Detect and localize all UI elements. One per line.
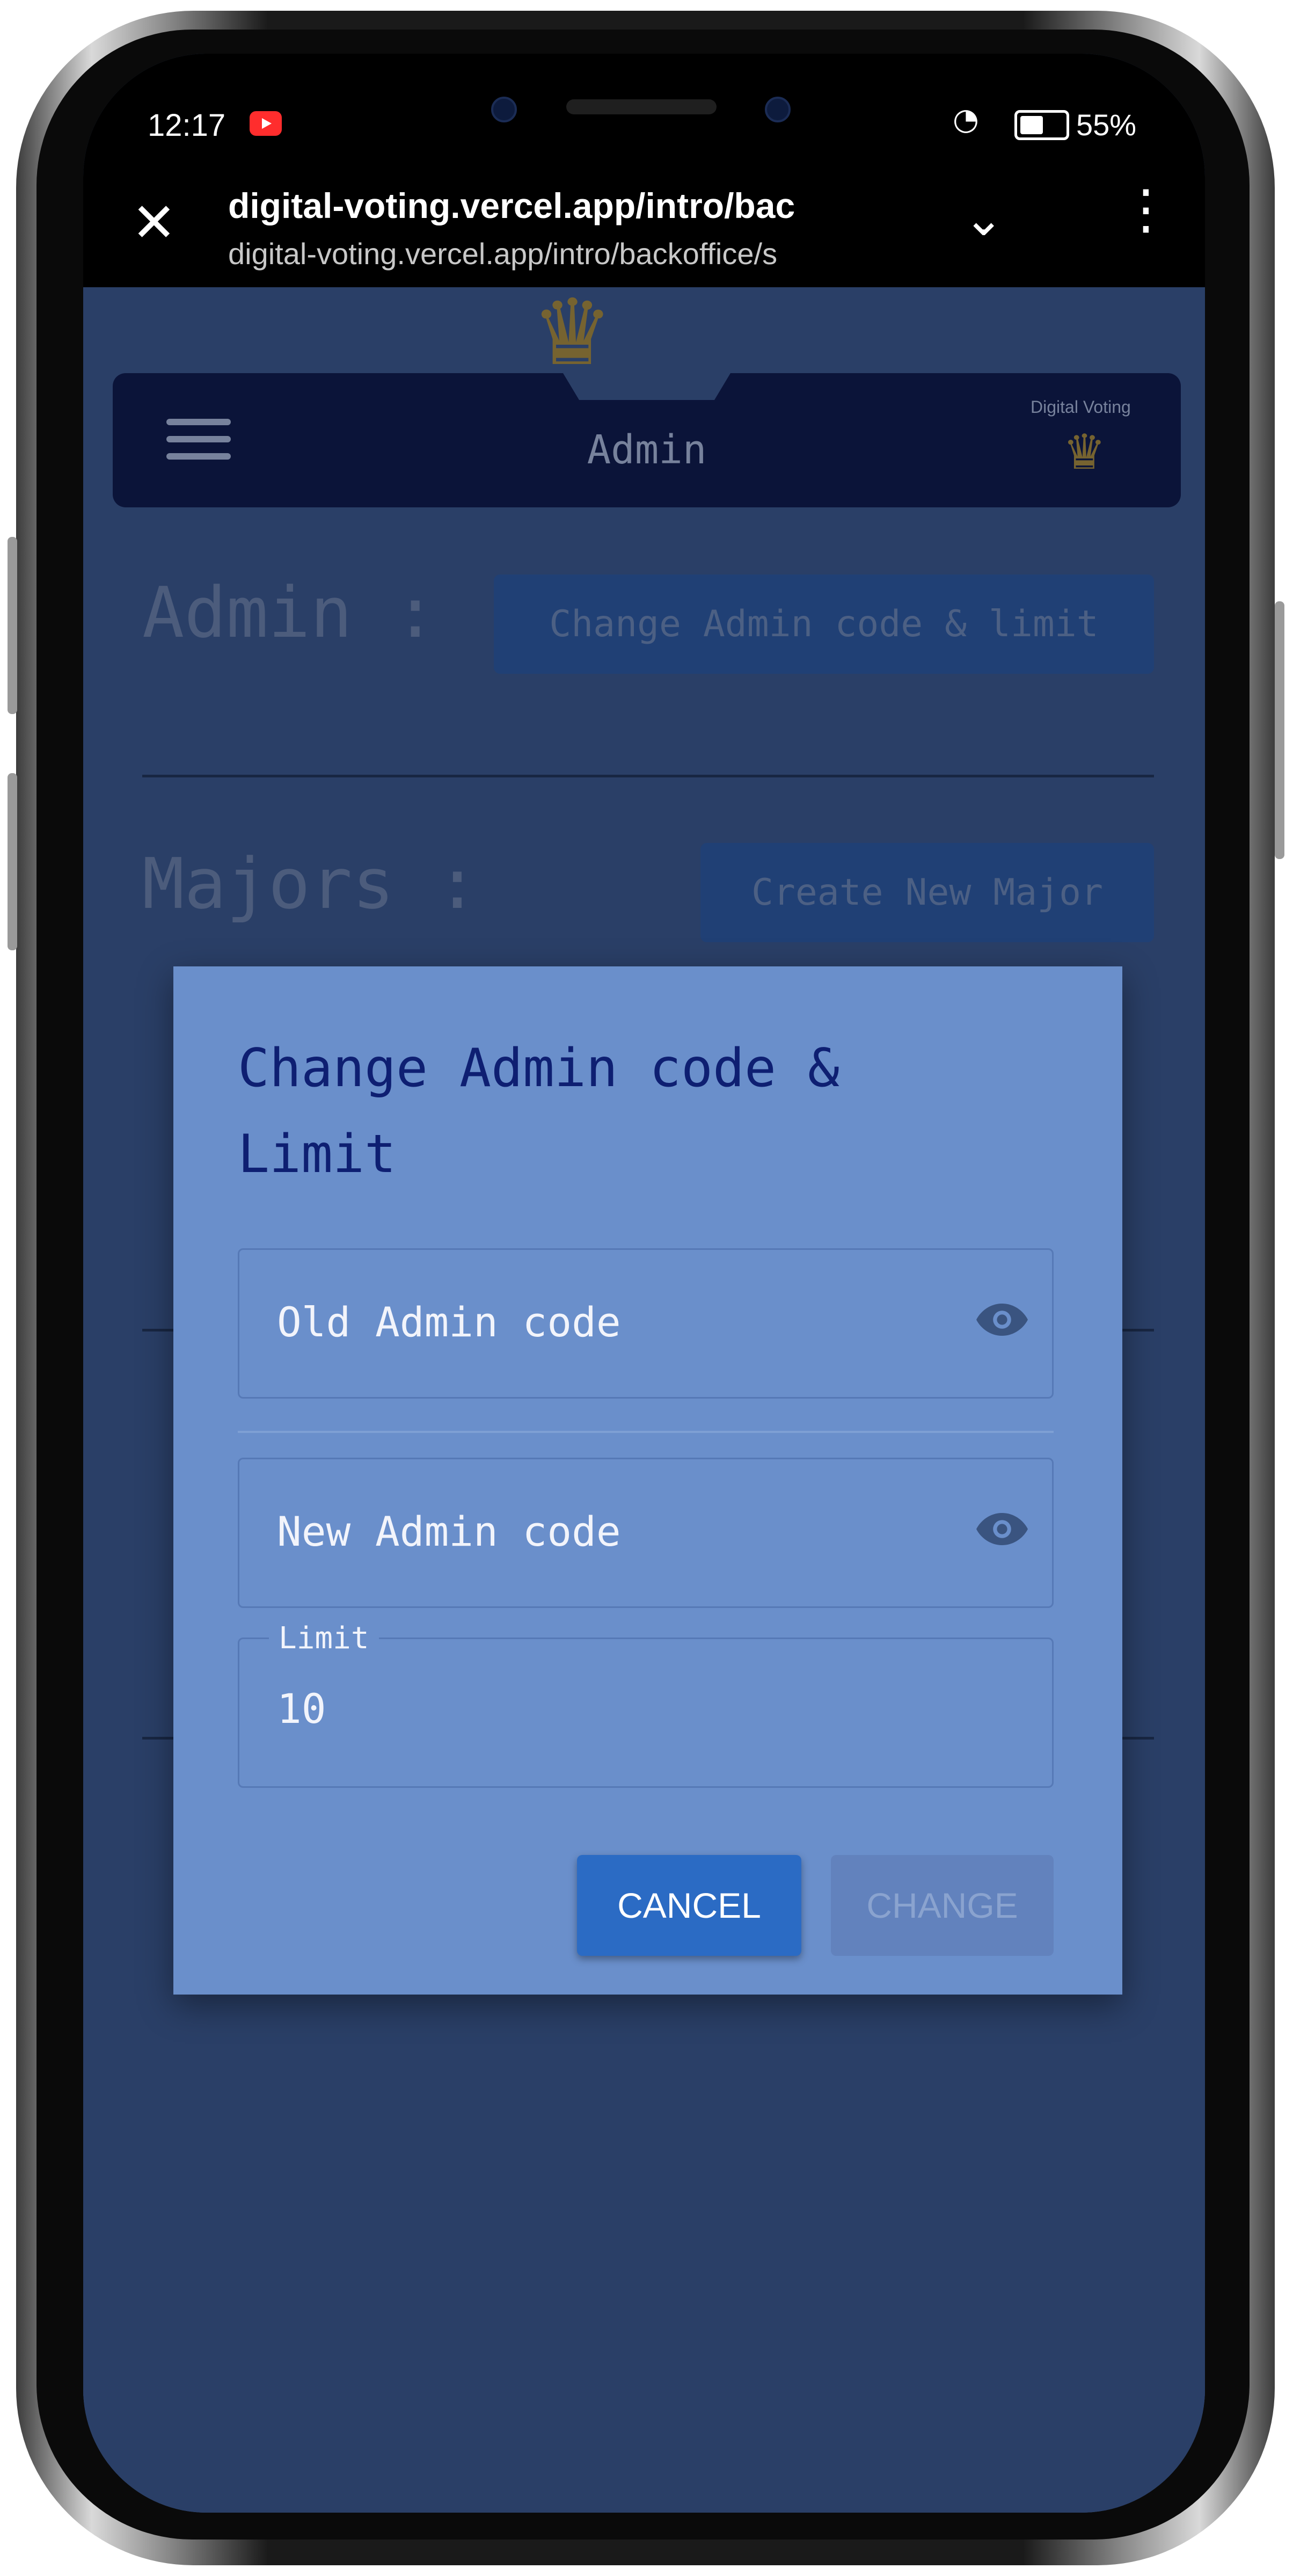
- change-button[interactable]: CHANGE: [831, 1855, 1054, 1956]
- youtube-notification-icon: [250, 111, 282, 136]
- cancel-button[interactable]: CANCEL: [577, 1855, 801, 1956]
- screen: 12:17 ◔ 55% ✕ digital-voting.vercel.app/…: [83, 54, 1205, 2513]
- old-admin-code-placeholder: Old Admin code: [277, 1298, 621, 1346]
- power-button: [1275, 601, 1284, 859]
- page-content: Admin Digital Voting ♛ ♛ Admin : Change …: [83, 287, 1205, 2513]
- eye-icon[interactable]: [976, 1513, 1028, 1545]
- url-full[interactable]: digital-voting.vercel.app/intro/backoffi…: [228, 236, 899, 271]
- url-title[interactable]: digital-voting.vercel.app/intro/bac: [228, 185, 899, 226]
- camera-icon: [491, 97, 517, 122]
- limit-field[interactable]: Limit 10: [238, 1621, 1054, 1788]
- field-divider: [238, 1431, 1054, 1433]
- volume-button: [8, 773, 17, 950]
- clock: 12:17: [148, 108, 226, 143]
- status-bar: 12:17 ◔ 55%: [83, 54, 1205, 153]
- speaker-grille: [566, 99, 717, 114]
- battery-percent: 55%: [1076, 108, 1137, 142]
- volume-button: [8, 537, 17, 714]
- new-admin-code-placeholder: New Admin code: [277, 1508, 621, 1555]
- limit-label: Limit: [269, 1621, 379, 1656]
- new-admin-code-field[interactable]: New Admin code: [238, 1458, 1054, 1608]
- limit-value: 10: [277, 1685, 326, 1733]
- sensor-icon: [765, 97, 791, 122]
- dialog-title: Change Admin code & Limit: [238, 1038, 840, 1185]
- wifi-icon: ◔: [953, 102, 979, 137]
- close-icon[interactable]: ✕: [132, 196, 177, 250]
- battery-icon: [1014, 110, 1069, 140]
- browser-url-bar: ✕ digital-voting.vercel.app/intro/bac di…: [83, 153, 1205, 287]
- eye-icon[interactable]: [976, 1304, 1028, 1336]
- chevron-down-icon[interactable]: ⌄: [963, 191, 1004, 247]
- change-admin-dialog: Change Admin code & Limit Old Admin code…: [173, 966, 1122, 1995]
- more-options-icon[interactable]: ⋮: [1119, 183, 1173, 236]
- old-admin-code-field[interactable]: Old Admin code: [238, 1248, 1054, 1399]
